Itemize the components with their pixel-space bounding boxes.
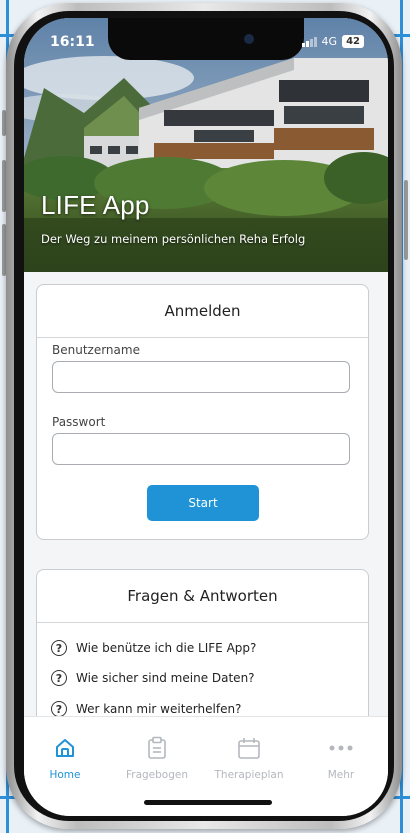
more-dots-icon (300, 735, 382, 761)
faq-item-text: Wie benütze ich die LIFE App? (76, 641, 257, 655)
faq-item-help[interactable]: ? Wer kann mir weiterhelfen? (51, 701, 241, 716)
faq-item-text: Wer kann mir weiterhelfen? (76, 702, 242, 716)
faq-item-text: Wie sicher sind meine Daten? (76, 671, 255, 685)
power-button (404, 180, 408, 260)
tab-fragebogen[interactable]: Fragebogen (116, 735, 198, 781)
battery-icon: 42 (342, 35, 364, 48)
status-indicators: 4G 42 (301, 35, 364, 48)
password-label: Passwort (52, 415, 106, 429)
app-subtitle: Der Weg zu meinem persönlichen Reha Erfo… (41, 232, 306, 246)
start-button[interactable]: Start (147, 485, 259, 521)
status-time: 16:11 (50, 34, 95, 50)
faq-item-usage[interactable]: ? Wie benütze ich die LIFE App? (51, 640, 256, 656)
signal-icon (301, 36, 317, 47)
faq-card: Fragen & Antworten ? Wie benütze ich die… (36, 569, 369, 716)
faq-item-security[interactable]: ? Wie sicher sind meine Daten? (51, 670, 255, 686)
app-title: LIFE App (41, 190, 150, 220)
password-input[interactable] (52, 433, 350, 465)
tab-home[interactable]: Home (24, 735, 106, 781)
username-input[interactable] (52, 361, 350, 393)
tab-mehr-label: Mehr (327, 769, 355, 781)
login-card: Anmelden Benutzername Passwort Start (36, 284, 369, 540)
question-icon: ? (51, 701, 67, 716)
network-type: 4G (321, 35, 338, 48)
tab-mehr[interactable]: Mehr (300, 735, 382, 781)
login-title: Anmelden (37, 285, 368, 338)
tab-therapieplan[interactable]: Therapieplan (208, 735, 290, 781)
calendar-icon (208, 735, 290, 761)
username-label: Benutzername (52, 343, 140, 357)
home-icon (24, 735, 106, 761)
hero-image: 16:11 4G 42 LIFE App Der Weg zu meinem p… (24, 18, 388, 272)
main-content[interactable]: Anmelden Benutzername Passwort Start Fra… (24, 272, 388, 716)
tab-fragebogen-label: Fragebogen (125, 769, 189, 781)
question-icon: ? (51, 670, 67, 686)
phone-screen: 16:11 4G 42 LIFE App Der Weg zu meinem p… (24, 18, 388, 816)
faq-title: Fragen & Antworten (37, 570, 368, 623)
camera-notch (108, 18, 304, 60)
home-indicator[interactable] (144, 800, 272, 805)
tab-home-label: Home (49, 769, 81, 781)
clipboard-icon (116, 735, 198, 761)
question-icon: ? (51, 640, 67, 656)
tab-therapieplan-label: Therapieplan (214, 769, 284, 781)
front-camera (244, 34, 254, 44)
